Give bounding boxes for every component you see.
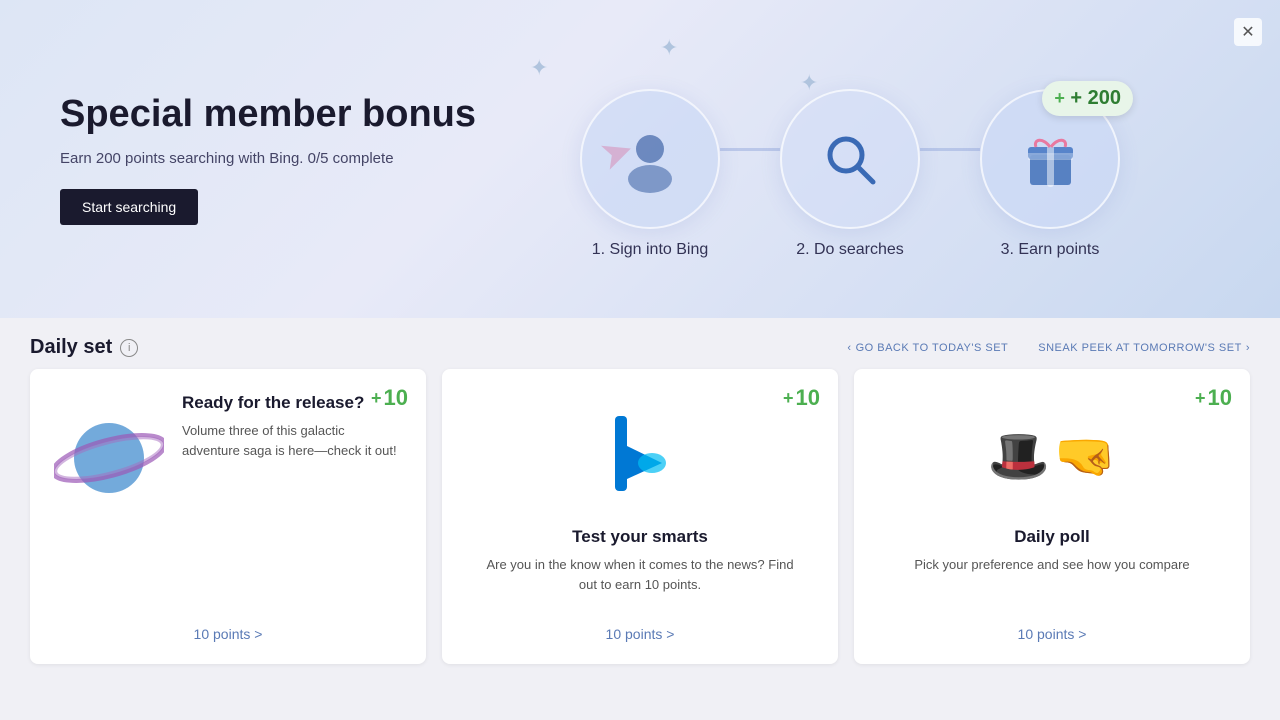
plus-icon: + (1195, 388, 1206, 409)
card1-desc: Volume three of this galactic adventure … (182, 421, 402, 460)
card2-footer: 10 points > (466, 610, 814, 644)
nav-forward-link[interactable]: SNEAK PEEK AT TOMORROW'S SET › (1038, 342, 1250, 354)
nav-links: ‹ GO BACK TO TODAY'S SET SNEAK PEEK AT T… (847, 342, 1250, 354)
nav-back-link[interactable]: ‹ GO BACK TO TODAY'S SET (847, 342, 1008, 354)
chevron-left-icon: ‹ (847, 342, 851, 354)
poll-icons: 🎩 🤜 (988, 427, 1117, 486)
card2-title: Test your smarts (572, 527, 708, 547)
banner-right: ➤ 1. Sign into Bing (480, 0, 1220, 318)
card2-link[interactable]: 10 points > (606, 626, 675, 642)
card1-link[interactable]: 10 points > (194, 626, 263, 642)
card1-image (54, 403, 164, 513)
card3-desc: Pick your preference and see how you com… (904, 555, 1199, 575)
card1-title: Ready for the release? (182, 393, 402, 413)
card3-image: 🎩 🤜 (987, 403, 1117, 513)
daily-section: Daily set i ‹ GO BACK TO TODAY'S SET SNE… (0, 318, 1280, 664)
step3-label: 3. Earn points (1001, 241, 1100, 259)
daily-title-row: Daily set i (30, 336, 138, 359)
banner-subtitle: Earn 200 points searching with Bing. 0/5… (60, 150, 480, 167)
nav-back-label: GO BACK TO TODAY'S SET (856, 342, 1009, 354)
card3-title: Daily poll (1014, 527, 1090, 547)
card1-content: Ready for the release? Volume three of t… (54, 393, 402, 527)
step1-circle (580, 89, 720, 229)
badge-value: + 200 (1070, 87, 1121, 109)
close-button[interactable]: ✕ (1234, 18, 1262, 46)
card1-text: Ready for the release? Volume three of t… (182, 393, 402, 460)
card2-points-badge: + 10 (783, 385, 820, 411)
cards-row: + 10 Ready for the release? Volume three… (30, 369, 1250, 664)
hand-icon: 🤜 (1054, 427, 1116, 486)
plus-icon: + (783, 388, 794, 409)
step2-label: 2. Do searches (796, 241, 904, 259)
card1-points-value: 10 (384, 385, 408, 411)
step-1: 1. Sign into Bing (580, 89, 720, 259)
card3-link[interactable]: 10 points > (1018, 626, 1087, 642)
card2-desc: Are you in the know when it comes to the… (466, 555, 814, 594)
card-3: + 10 🎩 🤜 Daily poll Pick your preference… (854, 369, 1250, 664)
step-2: 2. Do searches (780, 89, 920, 259)
step2-circle (780, 89, 920, 229)
info-icon[interactable]: i (120, 339, 138, 357)
card-1: + 10 Ready for the release? Volume three… (30, 369, 426, 664)
step1-label: 1. Sign into Bing (592, 241, 709, 259)
card3-points-badge: + 10 (1195, 385, 1232, 411)
chevron-right-icon: › (1246, 342, 1250, 354)
plus-icon: + (371, 388, 382, 409)
card2-points-value: 10 (796, 385, 820, 411)
card1-points-badge: + 10 (371, 385, 408, 411)
card3-footer: 10 points > (878, 610, 1226, 644)
card2-image (575, 403, 705, 513)
banner: ✦ ✦ ✦ ✕ Special member bonus Earn 200 po… (0, 0, 1280, 318)
steps-container: 1. Sign into Bing 2. Do searches (580, 89, 1120, 259)
banner-title: Special member bonus (60, 93, 480, 137)
card1-footer: 10 points > (54, 610, 402, 644)
step-connector-2 (920, 148, 980, 151)
step3-circle: + + 200 (980, 89, 1120, 229)
bing-logo-svg (600, 411, 680, 506)
daily-set-title: Daily set (30, 336, 112, 359)
nav-forward-label: SNEAK PEEK AT TOMORROW'S SET (1038, 342, 1242, 354)
card-2: + 10 Test your smarts Are you in the kno… (442, 369, 838, 664)
search-icon (818, 127, 883, 192)
points-badge: + + 200 (1042, 81, 1133, 116)
plus-icon: + (1054, 88, 1065, 108)
start-searching-button[interactable]: Start searching (60, 189, 198, 225)
step-connector-1 (720, 148, 780, 151)
step-3: + + 200 3. Earn points (980, 89, 1120, 259)
fez-icon: 🎩 (988, 427, 1050, 486)
planet-svg (54, 408, 164, 508)
daily-header: Daily set i ‹ GO BACK TO TODAY'S SET SNE… (30, 336, 1250, 359)
gift-icon (1018, 127, 1083, 192)
banner-left: Special member bonus Earn 200 points sea… (60, 93, 480, 226)
person-icon (615, 124, 685, 194)
card3-points-value: 10 (1208, 385, 1232, 411)
